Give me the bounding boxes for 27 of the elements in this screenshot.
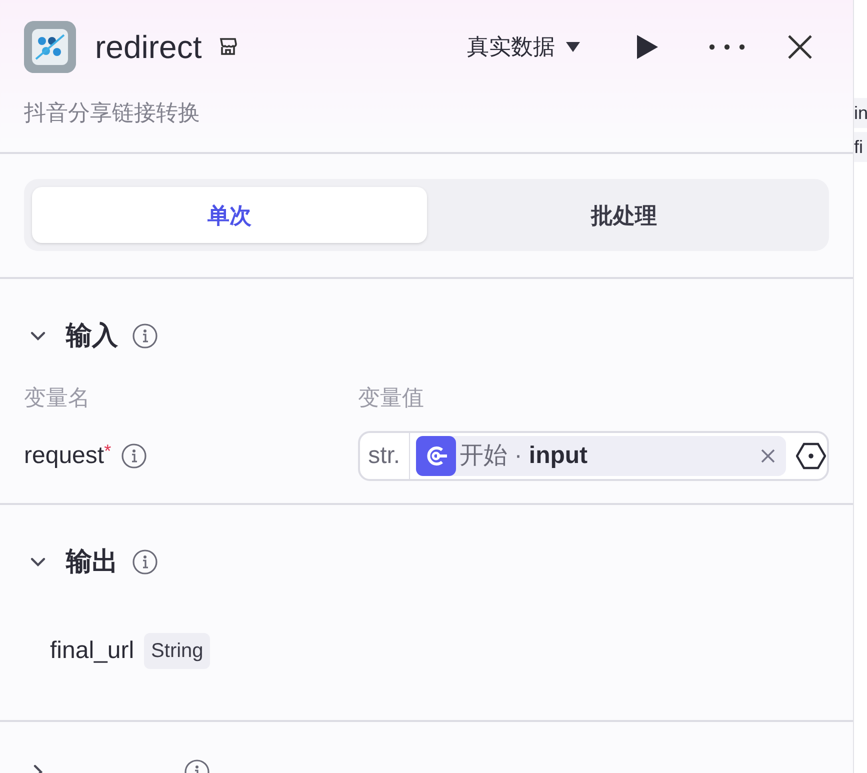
panel-item: fi [854,132,867,162]
type-label: str. [360,433,410,479]
mode-tab[interactable]: 批处理 [426,187,821,243]
mode-tab[interactable]: 单次 [32,187,426,243]
clear-icon[interactable] [760,448,776,464]
info-icon [132,322,158,348]
more-icon[interactable] [709,42,745,52]
section-title: 输出 [66,545,118,578]
info-icon [121,443,148,469]
close-icon[interactable] [787,34,813,60]
variable-picker-icon[interactable] [796,441,826,471]
variable-name: request* [24,440,112,471]
output-name: final_url [50,636,134,666]
start-node-icon [416,436,456,476]
node-description: 抖音分享链接转换 [24,100,200,125]
panel-item: in [854,98,867,128]
node-title: redirect [95,28,202,66]
column-header: 变量名 [24,384,91,412]
reference-text: 开始 · input [460,441,589,471]
data-mode-dropdown[interactable]: 真实数据 [467,30,581,63]
section-title: 输入 [66,319,118,352]
plugin-logo-icon [24,20,76,72]
type-badge: String [144,633,210,669]
variable-value-field[interactable]: str. 开始 · input [358,431,829,481]
column-header: 变量值 [358,384,424,412]
info-icon [132,548,158,574]
caret-icon [565,40,581,52]
